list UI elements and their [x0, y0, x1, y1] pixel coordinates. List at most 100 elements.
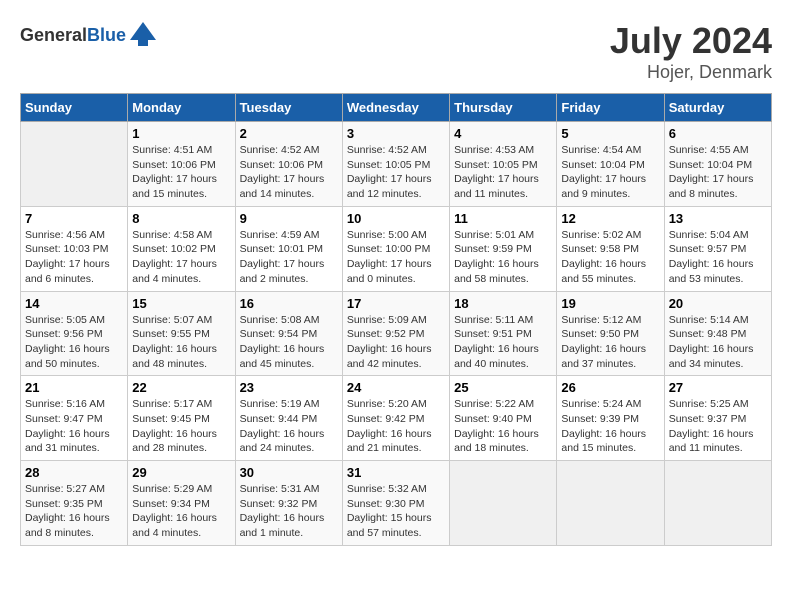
logo-icon: [128, 20, 158, 50]
day-number: 11: [454, 211, 552, 226]
day-info: Sunrise: 5:20 AM Sunset: 9:42 PM Dayligh…: [347, 397, 445, 456]
day-number: 29: [132, 465, 230, 480]
day-info: Sunrise: 4:55 AM Sunset: 10:04 PM Daylig…: [669, 143, 767, 202]
week-row-1: 1 Sunrise: 4:51 AM Sunset: 10:06 PM Dayli…: [21, 122, 772, 207]
calendar-cell: 21 Sunrise: 5:16 AM Sunset: 9:47 PM Dayli…: [21, 376, 128, 461]
day-number: 30: [240, 465, 338, 480]
calendar-cell: 28Sunrise: 5:27 AM Sunset: 9:35 PM Dayli…: [21, 461, 128, 546]
day-number: 8: [132, 211, 230, 226]
day-info: Sunrise: 5:08 AM Sunset: 9:54 PM Dayligh…: [240, 313, 338, 372]
calendar-cell: 16 Sunrise: 5:08 AM Sunset: 9:54 PM Dayli…: [235, 291, 342, 376]
day-info: Sunrise: 4:51 AM Sunset: 10:06 PM Daylig…: [132, 143, 230, 202]
calendar-cell: 10Sunrise: 5:00 AM Sunset: 10:00 PM Dayl…: [342, 206, 449, 291]
day-info: Sunrise: 4:54 AM Sunset: 10:04 PM Daylig…: [561, 143, 659, 202]
header-day-tuesday: Tuesday: [235, 94, 342, 122]
header-day-sunday: Sunday: [21, 94, 128, 122]
day-info: Sunrise: 4:58 AM Sunset: 10:02 PM Daylig…: [132, 228, 230, 287]
calendar-cell: 17Sunrise: 5:09 AM Sunset: 9:52 PM Dayli…: [342, 291, 449, 376]
day-info: Sunrise: 5:05 AM Sunset: 9:56 PM Dayligh…: [25, 313, 123, 372]
calendar-cell: 6Sunrise: 4:55 AM Sunset: 10:04 PM Dayli…: [664, 122, 771, 207]
calendar-table: SundayMondayTuesdayWednesdayThursdayFrid…: [20, 93, 772, 546]
day-info: Sunrise: 5:01 AM Sunset: 9:59 PM Dayligh…: [454, 228, 552, 287]
day-number: 13: [669, 211, 767, 226]
day-info: Sunrise: 4:56 AM Sunset: 10:03 PM Daylig…: [25, 228, 123, 287]
day-number: 2: [240, 126, 338, 141]
header-day-monday: Monday: [128, 94, 235, 122]
day-info: Sunrise: 5:24 AM Sunset: 9:39 PM Dayligh…: [561, 397, 659, 456]
day-number: 10: [347, 211, 445, 226]
header-row: SundayMondayTuesdayWednesdayThursdayFrid…: [21, 94, 772, 122]
calendar-header: SundayMondayTuesdayWednesdayThursdayFrid…: [21, 94, 772, 122]
day-info: Sunrise: 4:59 AM Sunset: 10:01 PM Daylig…: [240, 228, 338, 287]
day-number: 5: [561, 126, 659, 141]
page-header: GeneralBlue July 2024 Hojer, Denmark: [20, 20, 772, 83]
day-info: Sunrise: 5:25 AM Sunset: 9:37 PM Dayligh…: [669, 397, 767, 456]
day-number: 3: [347, 126, 445, 141]
calendar-cell: 24 Sunrise: 5:20 AM Sunset: 9:42 PM Dayli…: [342, 376, 449, 461]
week-row-3: 14 Sunrise: 5:05 AM Sunset: 9:56 PM Dayli…: [21, 291, 772, 376]
calendar-cell: 26 Sunrise: 5:24 AM Sunset: 9:39 PM Dayli…: [557, 376, 664, 461]
day-info: Sunrise: 5:19 AM Sunset: 9:44 PM Dayligh…: [240, 397, 338, 456]
calendar-cell: 15 Sunrise: 5:07 AM Sunset: 9:55 PM Dayli…: [128, 291, 235, 376]
day-number: 1: [132, 126, 230, 141]
day-number: 27: [669, 380, 767, 395]
week-row-2: 7Sunrise: 4:56 AM Sunset: 10:03 PM Dayli…: [21, 206, 772, 291]
day-number: 18: [454, 296, 552, 311]
calendar-cell: 29Sunrise: 5:29 AM Sunset: 9:34 PM Dayli…: [128, 461, 235, 546]
calendar-cell: [664, 461, 771, 546]
day-info: Sunrise: 5:32 AM Sunset: 9:30 PM Dayligh…: [347, 482, 445, 541]
day-info: Sunrise: 4:52 AM Sunset: 10:06 PM Daylig…: [240, 143, 338, 202]
day-number: 14: [25, 296, 123, 311]
calendar-cell: 4 Sunrise: 4:53 AM Sunset: 10:05 PM Dayli…: [450, 122, 557, 207]
title-block: July 2024 Hojer, Denmark: [610, 20, 772, 83]
day-info: Sunrise: 5:31 AM Sunset: 9:32 PM Dayligh…: [240, 482, 338, 541]
day-number: 15: [132, 296, 230, 311]
logo: GeneralBlue: [20, 20, 158, 50]
logo-blue: Blue: [87, 25, 126, 45]
calendar-cell: 13 Sunrise: 5:04 AM Sunset: 9:57 PM Dayli…: [664, 206, 771, 291]
header-day-saturday: Saturday: [664, 94, 771, 122]
day-info: Sunrise: 5:09 AM Sunset: 9:52 PM Dayligh…: [347, 313, 445, 372]
calendar-cell: 8 Sunrise: 4:58 AM Sunset: 10:02 PM Dayli…: [128, 206, 235, 291]
day-info: Sunrise: 4:53 AM Sunset: 10:05 PM Daylig…: [454, 143, 552, 202]
day-number: 4: [454, 126, 552, 141]
calendar-cell: 18Sunrise: 5:11 AM Sunset: 9:51 PM Dayli…: [450, 291, 557, 376]
day-number: 26: [561, 380, 659, 395]
calendar-cell: 23 Sunrise: 5:19 AM Sunset: 9:44 PM Dayli…: [235, 376, 342, 461]
day-info: Sunrise: 5:16 AM Sunset: 9:47 PM Dayligh…: [25, 397, 123, 456]
header-day-friday: Friday: [557, 94, 664, 122]
day-number: 22: [132, 380, 230, 395]
day-number: 23: [240, 380, 338, 395]
calendar-cell: 9Sunrise: 4:59 AM Sunset: 10:01 PM Dayli…: [235, 206, 342, 291]
calendar-cell: 20Sunrise: 5:14 AM Sunset: 9:48 PM Dayli…: [664, 291, 771, 376]
calendar-cell: [557, 461, 664, 546]
day-info: Sunrise: 5:27 AM Sunset: 9:35 PM Dayligh…: [25, 482, 123, 541]
day-number: 21: [25, 380, 123, 395]
calendar-cell: 3 Sunrise: 4:52 AM Sunset: 10:05 PM Dayli…: [342, 122, 449, 207]
header-day-thursday: Thursday: [450, 94, 557, 122]
calendar-cell: 30 Sunrise: 5:31 AM Sunset: 9:32 PM Dayli…: [235, 461, 342, 546]
calendar-cell: [450, 461, 557, 546]
logo-general: General: [20, 25, 87, 45]
week-row-4: 21 Sunrise: 5:16 AM Sunset: 9:47 PM Dayli…: [21, 376, 772, 461]
day-info: Sunrise: 5:02 AM Sunset: 9:58 PM Dayligh…: [561, 228, 659, 287]
calendar-cell: 31Sunrise: 5:32 AM Sunset: 9:30 PM Dayli…: [342, 461, 449, 546]
day-number: 24: [347, 380, 445, 395]
day-info: Sunrise: 5:17 AM Sunset: 9:45 PM Dayligh…: [132, 397, 230, 456]
day-info: Sunrise: 5:12 AM Sunset: 9:50 PM Dayligh…: [561, 313, 659, 372]
calendar-body: 1 Sunrise: 4:51 AM Sunset: 10:06 PM Dayli…: [21, 122, 772, 546]
day-number: 20: [669, 296, 767, 311]
day-number: 16: [240, 296, 338, 311]
calendar-cell: 2 Sunrise: 4:52 AM Sunset: 10:06 PM Dayli…: [235, 122, 342, 207]
month-title: July 2024: [610, 20, 772, 62]
calendar-cell: [21, 122, 128, 207]
day-number: 19: [561, 296, 659, 311]
day-info: Sunrise: 5:04 AM Sunset: 9:57 PM Dayligh…: [669, 228, 767, 287]
day-info: Sunrise: 4:52 AM Sunset: 10:05 PM Daylig…: [347, 143, 445, 202]
day-info: Sunrise: 5:07 AM Sunset: 9:55 PM Dayligh…: [132, 313, 230, 372]
day-info: Sunrise: 5:22 AM Sunset: 9:40 PM Dayligh…: [454, 397, 552, 456]
calendar-cell: 11 Sunrise: 5:01 AM Sunset: 9:59 PM Dayli…: [450, 206, 557, 291]
calendar-cell: 25Sunrise: 5:22 AM Sunset: 9:40 PM Dayli…: [450, 376, 557, 461]
calendar-cell: 19 Sunrise: 5:12 AM Sunset: 9:50 PM Dayli…: [557, 291, 664, 376]
calendar-cell: 14 Sunrise: 5:05 AM Sunset: 9:56 PM Dayli…: [21, 291, 128, 376]
